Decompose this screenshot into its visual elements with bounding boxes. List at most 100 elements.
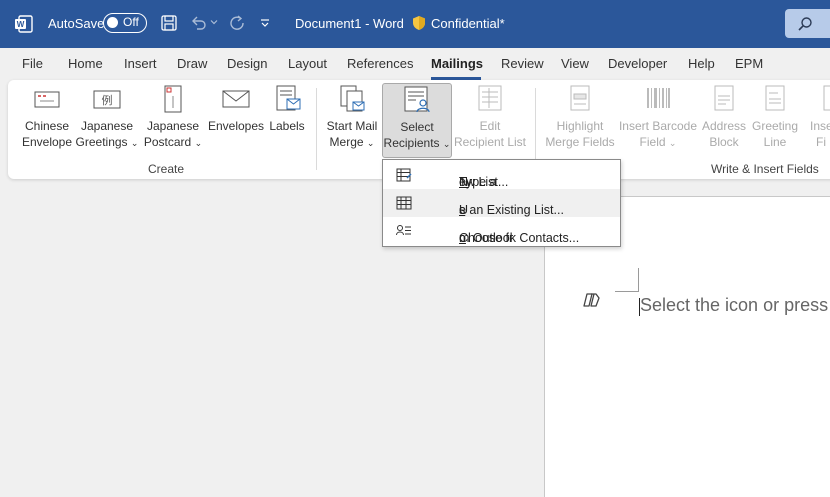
undo-dropdown-chevron-icon[interactable] bbox=[210, 18, 218, 26]
japanese-postcard-label-1: Japanese bbox=[146, 119, 200, 133]
envelopes-label: Envelopes bbox=[207, 119, 265, 133]
autosave-label: AutoSave bbox=[48, 16, 105, 31]
search-box[interactable] bbox=[785, 9, 830, 38]
tab-developer[interactable]: Developer bbox=[608, 56, 667, 71]
edit-recipient-list-button[interactable]: Edit Recipient List bbox=[450, 84, 530, 150]
edit-recipient-list-icon bbox=[478, 85, 502, 111]
svg-text:W: W bbox=[17, 20, 25, 29]
copilot-icon[interactable] bbox=[583, 292, 600, 308]
choose-outlook-text-2: m Outlook Contacts... bbox=[459, 231, 580, 245]
autosave-toggle[interactable]: Off bbox=[103, 13, 147, 33]
chinese-envelope-icon bbox=[34, 91, 60, 108]
insert-merge-field-label-1: Inser bbox=[810, 119, 830, 133]
address-block-label-1: Address bbox=[701, 119, 747, 133]
greeting-line-icon bbox=[765, 85, 785, 111]
choose-outlook-contacts-menu-item[interactable]: Choose fr o m Outlook Contacts... bbox=[383, 217, 620, 245]
select-recipients-icon bbox=[404, 86, 430, 113]
edit-recipient-list-label-1: Edit bbox=[479, 119, 501, 133]
use-existing-list-text-2: e an Existing List... bbox=[459, 203, 564, 217]
autosave-state: Off bbox=[123, 15, 139, 29]
insert-merge-field-label-2: Fi bbox=[816, 135, 826, 149]
create-group-label: Create bbox=[148, 162, 185, 176]
margin-marker bbox=[638, 268, 639, 292]
write-insert-group-label: Write & Insert Fields bbox=[711, 162, 819, 176]
address-block-button[interactable]: Address Block bbox=[698, 84, 750, 150]
japanese-greetings-icon: 例 bbox=[93, 90, 121, 109]
margin-marker bbox=[615, 291, 639, 292]
use-existing-list-menu-item[interactable]: Use an Existing List... bbox=[383, 189, 620, 217]
word-logo-icon[interactable]: W bbox=[14, 14, 34, 34]
tab-file[interactable]: File bbox=[22, 56, 43, 71]
envelopes-button[interactable]: Envelopes bbox=[206, 84, 266, 134]
insert-barcode-field-button[interactable]: Insert Barcode Field ⌄ bbox=[618, 84, 698, 151]
tab-mailings[interactable]: Mailings bbox=[431, 56, 483, 71]
type-new-list-menu-item[interactable]: Type a New List... bbox=[383, 161, 620, 189]
greeting-line-button[interactable]: Greeting Line bbox=[748, 84, 802, 150]
highlight-merge-fields-label-2: Merge Fields bbox=[545, 135, 615, 149]
start-mail-merge-label-2: Merge bbox=[329, 135, 364, 149]
tab-review[interactable]: Review bbox=[501, 56, 544, 71]
tab-view[interactable]: View bbox=[561, 56, 589, 71]
greeting-line-label-1: Greeting bbox=[751, 119, 799, 133]
japanese-postcard-button[interactable]: Japanese Postcard ⌄ bbox=[142, 84, 204, 151]
select-recipients-label-2: Recipients bbox=[383, 136, 440, 150]
start-mail-merge-label-1: Start Mail bbox=[326, 119, 378, 133]
start-mail-merge-icon bbox=[340, 85, 365, 112]
tab-home[interactable]: Home bbox=[68, 56, 103, 71]
highlight-merge-fields-label-1: Highlight bbox=[556, 119, 604, 133]
tab-help[interactable]: Help bbox=[688, 56, 715, 71]
envelope-icon bbox=[222, 90, 250, 108]
japanese-postcard-chevron-icon: ⌄ bbox=[194, 138, 203, 148]
edit-recipient-list-label-2: Recipient List bbox=[453, 135, 527, 149]
tab-design[interactable]: Design bbox=[227, 56, 267, 71]
group-separator bbox=[535, 88, 536, 170]
insert-barcode-field-label-1: Insert Barcode bbox=[618, 119, 698, 133]
document-hint-text: Select the icon or press bbox=[640, 295, 829, 315]
insert-merge-field-icon bbox=[823, 85, 830, 111]
select-recipients-menu: Type a New List... Use an Existing List.… bbox=[382, 159, 621, 247]
japanese-greetings-label-1: Japanese bbox=[80, 119, 134, 133]
chinese-envelope-label-2: Envelope bbox=[21, 135, 73, 149]
start-mail-merge-chevron-icon: ⌄ bbox=[366, 138, 375, 148]
redo-icon[interactable] bbox=[228, 14, 246, 32]
labels-icon bbox=[276, 85, 301, 111]
highlight-merge-fields-icon bbox=[570, 85, 590, 111]
address-block-label-2: Block bbox=[709, 135, 739, 149]
ribbon-tabs: File Home Insert Draw Design Layout Refe… bbox=[0, 48, 830, 80]
select-recipients-button[interactable]: Select Recipients ⌄ bbox=[382, 83, 452, 158]
undo-icon[interactable] bbox=[190, 14, 208, 32]
new-list-icon bbox=[396, 168, 412, 182]
chinese-envelope-label-1: Chinese bbox=[24, 119, 70, 133]
start-mail-merge-button[interactable]: Start Mail Merge ⌄ bbox=[323, 84, 381, 151]
search-icon bbox=[798, 17, 812, 31]
tab-layout[interactable]: Layout bbox=[288, 56, 327, 71]
group-separator bbox=[316, 88, 317, 170]
labels-label: Labels bbox=[269, 119, 305, 133]
tab-insert[interactable]: Insert bbox=[124, 56, 157, 71]
customize-toolbar-chevron-icon[interactable] bbox=[259, 17, 271, 29]
existing-list-icon bbox=[396, 196, 412, 210]
sensitivity-shield-icon[interactable] bbox=[412, 15, 426, 31]
insert-merge-field-button[interactable]: Inser Fi bbox=[802, 84, 830, 150]
japanese-postcard-label-2: Postcard bbox=[143, 135, 192, 149]
svg-text:例: 例 bbox=[102, 93, 113, 107]
highlight-merge-fields-button[interactable]: Highlight Merge Fields bbox=[540, 84, 620, 150]
chinese-envelope-button[interactable]: Chinese Envelope bbox=[18, 84, 76, 150]
tab-draw[interactable]: Draw bbox=[177, 56, 207, 71]
tab-epm[interactable]: EPM bbox=[735, 56, 763, 71]
japanese-greetings-label-2: Greetings bbox=[75, 135, 128, 149]
japanese-greetings-chevron-icon: ⌄ bbox=[130, 138, 139, 148]
greeting-line-label-2: Line bbox=[763, 135, 787, 149]
toggle-knob bbox=[107, 17, 118, 28]
labels-button[interactable]: Labels bbox=[266, 84, 308, 134]
select-recipients-label-1: Select bbox=[400, 120, 434, 134]
type-new-list-text-2: ew List... bbox=[459, 175, 509, 189]
insert-barcode-field-label-2: Field bbox=[639, 135, 666, 149]
japanese-greetings-button[interactable]: 例 Japanese Greetings ⌄ bbox=[75, 84, 139, 151]
title-bar: W AutoSave Off Document1 - Word Confiden… bbox=[0, 0, 830, 48]
tab-references[interactable]: References bbox=[347, 56, 413, 71]
save-icon[interactable] bbox=[160, 14, 178, 32]
document-title: Document1 - Word bbox=[295, 16, 404, 31]
insert-barcode-chevron-icon: ⌄ bbox=[668, 138, 677, 148]
sensitivity-label[interactable]: Confidential* bbox=[431, 16, 505, 31]
